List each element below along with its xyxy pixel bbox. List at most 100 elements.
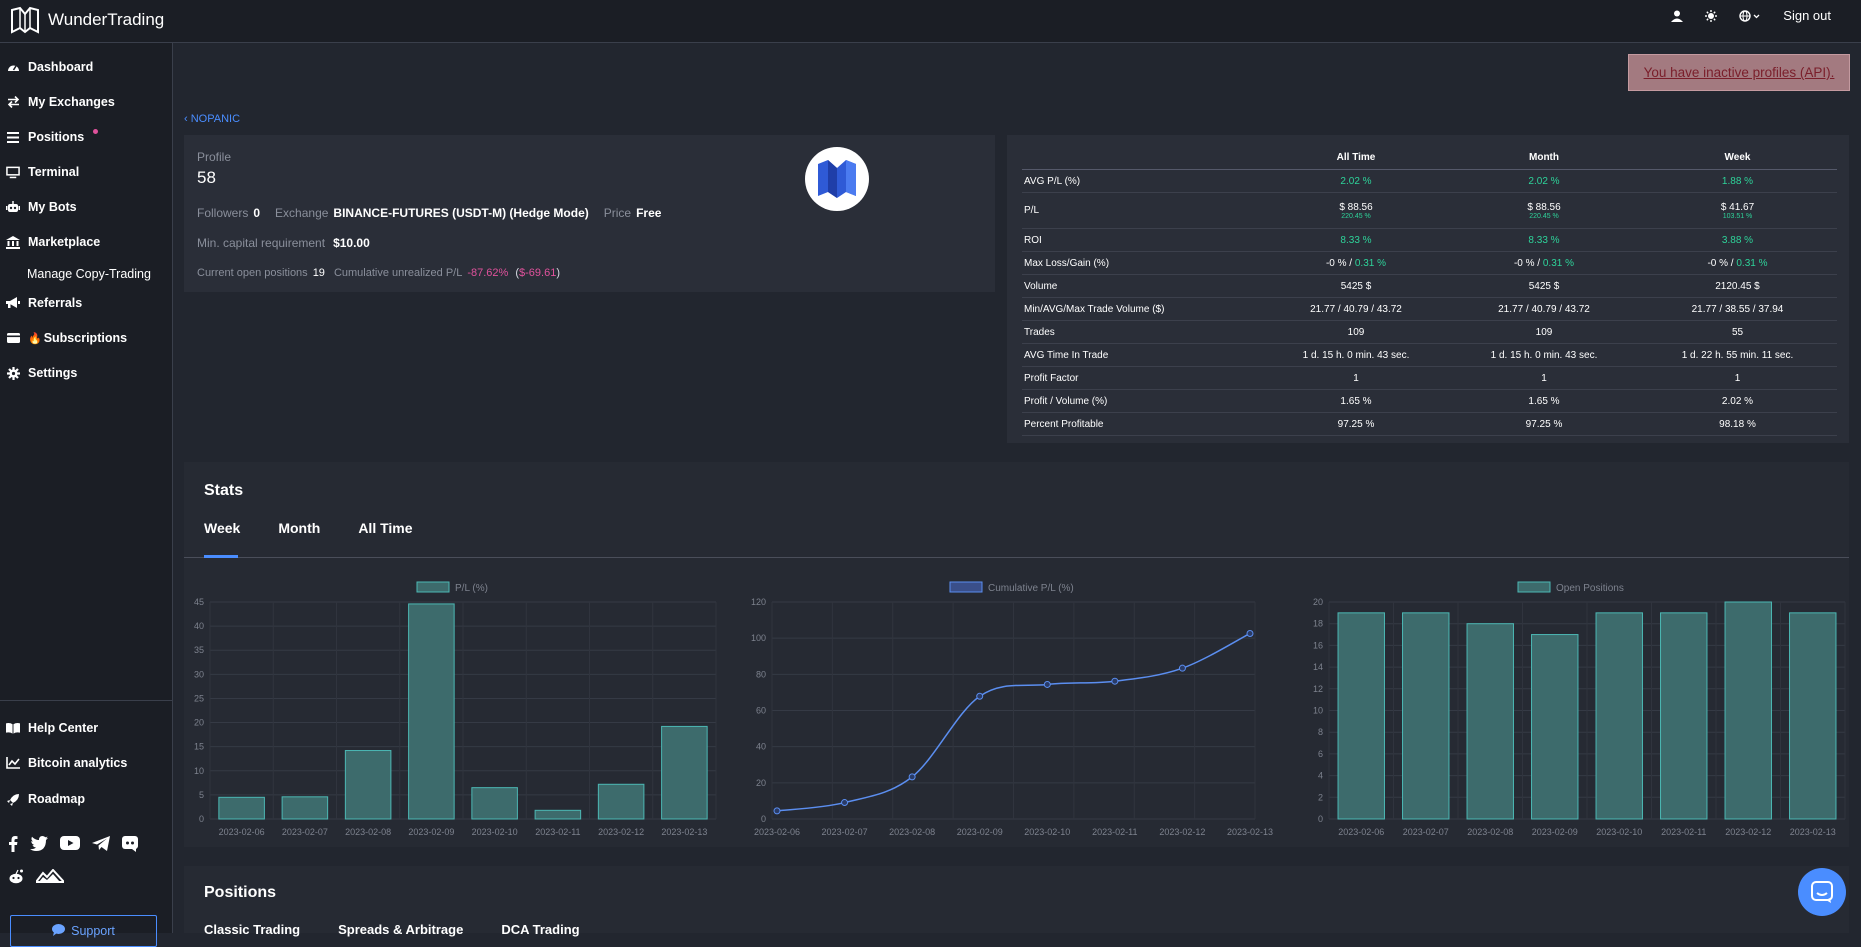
row-label: Min/AVG/Max Trade Volume ($)	[1022, 297, 1262, 321]
sidebar-item-help-center[interactable]: Help Center	[6, 721, 98, 735]
row-label: AVG Time In Trade	[1022, 343, 1262, 367]
sidebar-item-marketplace[interactable]: Marketplace	[6, 235, 100, 249]
sign-out-link[interactable]: Sign out	[1783, 8, 1831, 23]
max-loss: -0 % /	[1513, 257, 1543, 269]
max-gain: 0.31 %	[1354, 257, 1387, 269]
price-label: Price	[603, 206, 632, 220]
bar	[1595, 612, 1643, 820]
cell-value: 21.77 / 38.55 / 37.94	[1638, 297, 1837, 321]
sidebar-item-referrals[interactable]: Referrals	[6, 296, 82, 310]
cell-value: 1	[1450, 366, 1638, 390]
y-tick-label: 45	[194, 597, 204, 607]
youtube-icon[interactable]	[60, 836, 80, 857]
cell-value: $ 88.56 220.45 %	[1450, 192, 1638, 229]
fire-icon: 🔥	[28, 332, 42, 345]
sidebar-item-label: Settings	[28, 366, 78, 380]
sidebar-item-my-bots[interactable]: My Bots	[6, 200, 77, 214]
positions-section: Positions Classic Trading Spreads & Arbi…	[184, 866, 1849, 937]
min-capital-value: $10.00	[333, 236, 370, 250]
y-tick-label: 10	[1313, 706, 1323, 716]
facebook-icon[interactable]	[8, 836, 18, 857]
user-icon[interactable]	[1671, 10, 1684, 22]
row-label: Profit / Volume (%)	[1022, 389, 1262, 413]
tab-classic-trading[interactable]: Classic Trading	[204, 922, 300, 937]
profile-label: Profile	[197, 150, 232, 164]
inactive-profiles-alert[interactable]: You have inactive profiles (API).	[1628, 54, 1850, 91]
y-tick-label: 15	[194, 742, 204, 752]
sidebar-item-bitcoin-analytics[interactable]: Bitcoin analytics	[6, 756, 127, 770]
sidebar-item-label: My Bots	[28, 200, 77, 214]
table-row: Max Loss/Gain (%) -0 % / 0.31 % -0 % / 0…	[1022, 251, 1837, 275]
sidebar-item-settings[interactable]: Settings	[6, 366, 77, 380]
bar	[408, 603, 455, 820]
tab-spreads-arbitrage[interactable]: Spreads & Arbitrage	[338, 922, 463, 937]
cell-value: -0 % / 0.31 %	[1262, 251, 1450, 275]
row-label: Trades	[1022, 320, 1262, 344]
exchange-label: Exchange	[275, 206, 329, 220]
sidebar-item-dashboard[interactable]: Dashboard	[6, 60, 93, 74]
cell-value: 5425 $	[1450, 274, 1638, 298]
cell-value: 55	[1638, 320, 1837, 344]
legend-swatch	[1517, 581, 1551, 593]
table-header: All Time	[1262, 145, 1450, 170]
table-row: Profit Factor 1 1 1	[1022, 366, 1837, 390]
y-tick-label: 60	[756, 706, 766, 716]
legend-swatch	[949, 581, 983, 593]
cell-value: 97.25 %	[1450, 412, 1638, 436]
legend-label: Open Positions	[1556, 583, 1624, 594]
table-row: P/L $ 88.56 220.45 % $ 88.56 220.45 % $ 41…	[1022, 192, 1837, 229]
sidebar-item-roadmap[interactable]: Roadmap	[6, 792, 85, 806]
cell-value: $ 41.67 103.51 %	[1638, 192, 1837, 229]
top-bar: WunderTrading Sign out	[0, 0, 1861, 43]
profile-avatar	[805, 147, 869, 211]
sidebar-item-label: Roadmap	[28, 792, 85, 806]
pl-pct: 220.45 %	[1341, 212, 1371, 220]
logo-icon	[11, 6, 39, 34]
y-tick-label: 80	[756, 669, 766, 679]
reddit-icon[interactable]	[8, 869, 24, 889]
support-button[interactable]: Support	[10, 915, 157, 947]
sidebar-item-terminal[interactable]: Terminal	[6, 165, 79, 179]
sidebar-item-positions[interactable]: Positions	[6, 128, 99, 144]
sidebar-divider	[0, 700, 172, 701]
row-label: Volume	[1022, 274, 1262, 298]
unrealized-usd: $-69.61	[519, 267, 557, 279]
y-tick-label: 0	[1318, 814, 1323, 824]
bar	[218, 796, 265, 820]
discord-icon[interactable]	[122, 836, 138, 857]
unrealized-label: Cumulative unrealized P/L	[333, 267, 463, 279]
robot-icon	[6, 200, 20, 214]
app-logo[interactable]: WunderTrading	[10, 6, 164, 34]
performance-table: All Time Month Week AVG P/L (%) 2.02 % 2…	[1022, 145, 1837, 436]
telegram-icon[interactable]	[92, 836, 110, 857]
sidebar-item-my-exchanges[interactable]: My Exchanges	[6, 95, 115, 109]
cell-value: 1	[1262, 366, 1450, 390]
y-tick-label: 40	[194, 621, 204, 631]
sidebar-item-manage-copy-trading[interactable]: Manage Copy-Trading	[27, 267, 151, 281]
table-row: Volume 5425 $ 5425 $ 2120.45 $	[1022, 274, 1837, 298]
chat-widget-button[interactable]	[1798, 868, 1846, 916]
theme-sun-icon[interactable]	[1705, 9, 1718, 22]
x-tick-label: 2023-02-07	[1403, 827, 1449, 837]
cell-value: 21.77 / 40.79 / 43.72	[1262, 297, 1450, 321]
bank-icon	[6, 235, 20, 249]
max-loss: -0 % /	[1707, 257, 1737, 269]
x-tick-label: 2023-02-13	[661, 827, 707, 837]
y-tick-label: 2	[1318, 792, 1323, 802]
chat-bubble-icon	[52, 923, 66, 939]
table-header: Month	[1450, 145, 1638, 170]
monitor-icon	[6, 165, 20, 179]
language-globe-icon[interactable]	[1739, 9, 1761, 22]
y-tick-label: 0	[761, 814, 766, 824]
twitter-icon[interactable]	[30, 836, 48, 857]
notification-dot	[93, 128, 99, 134]
sidebar-item-label: Help Center	[28, 721, 99, 735]
cell-value: 2120.45 $	[1638, 274, 1837, 298]
tradingview-icon[interactable]	[33, 868, 67, 889]
row-label: Percent Profitable	[1022, 412, 1262, 436]
back-link-label: NOPANIC	[190, 113, 241, 125]
y-tick-label: 40	[756, 742, 766, 752]
back-link[interactable]: ‹ NOPANIC	[184, 113, 240, 125]
sidebar-item-subscriptions[interactable]: 🔥 Subscriptions	[6, 331, 127, 345]
tab-dca-trading[interactable]: DCA Trading	[501, 922, 579, 937]
